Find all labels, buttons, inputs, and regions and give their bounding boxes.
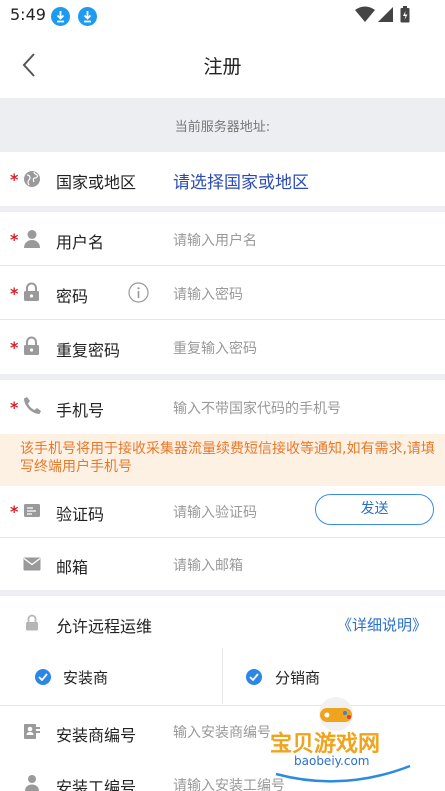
installer-worker-no-label: 安装工编号	[56, 778, 137, 791]
info-icon[interactable]	[128, 282, 149, 303]
wifi-icon	[355, 6, 375, 22]
country-select[interactable]: 请选择国家或地区	[173, 168, 309, 193]
remote-maintenance-row: 允许远程运维 《详细说明》	[0, 596, 445, 648]
code-input[interactable]: 请输入验证码	[173, 502, 257, 522]
send-code-button[interactable]: 发送	[315, 494, 434, 525]
installer-no-input[interactable]: 输入安装商编号	[173, 722, 271, 742]
download-icon	[51, 7, 70, 26]
required-mark: *	[10, 230, 19, 249]
role-installer-checkbox[interactable]: 安装商	[0, 648, 222, 705]
required-mark: *	[10, 338, 19, 357]
lock-icon	[24, 282, 39, 301]
username-row: * 用户名 请输入用户名	[0, 212, 445, 266]
watermark-url: baobeiy.com	[294, 754, 370, 768]
country-label: 国家或地区	[56, 173, 137, 192]
lock-icon	[24, 336, 39, 355]
battery-icon	[400, 6, 410, 23]
password-input[interactable]: 请输入密码	[173, 284, 243, 304]
phone-notice: 该手机号将用于接收采集器流量续费短信接收等通知,如有需求,请填写终端用户手机号	[0, 434, 445, 486]
required-mark: *	[10, 502, 19, 521]
mail-icon	[23, 557, 41, 571]
remote-maintenance-label: 允许远程运维	[56, 617, 153, 636]
user-icon	[24, 230, 40, 248]
phone-input[interactable]: 输入不带国家代码的手机号	[173, 398, 341, 418]
checkmark-icon	[35, 669, 51, 685]
email-row: 邮箱 请输入邮箱	[0, 538, 445, 590]
phone-icon	[24, 397, 41, 414]
page-title: 注册	[203, 56, 242, 78]
email-label: 邮箱	[56, 558, 89, 577]
checkmark-icon	[246, 669, 262, 685]
role-installer-label: 安装商	[63, 669, 109, 687]
password-row: * 密码 请输入密码	[0, 266, 445, 319]
id-card-icon	[24, 724, 40, 739]
installer-no-label: 安装商编号	[56, 726, 137, 745]
email-input[interactable]: 请输入邮箱	[173, 555, 243, 575]
code-label: 验证码	[56, 505, 105, 524]
username-label: 用户名	[56, 233, 105, 252]
required-mark: *	[10, 170, 19, 189]
roles-separator	[222, 648, 223, 704]
password-label: 密码	[56, 287, 89, 306]
status-bar: 5:49	[0, 0, 445, 32]
app-header: 注册	[0, 32, 445, 98]
detail-link[interactable]: 《详细说明》	[337, 614, 427, 635]
watermark-logo: 宝贝游戏网 baobeiy.com	[268, 694, 418, 784]
globe-icon	[24, 171, 40, 187]
status-time: 5:49	[10, 5, 46, 24]
password-repeat-label: 重复密码	[56, 341, 121, 360]
phone-row: * 手机号 输入不带国家代码的手机号	[0, 380, 445, 434]
server-address-bar[interactable]: 当前服务器地址:	[0, 98, 445, 152]
server-address-label: 当前服务器地址:	[174, 120, 271, 135]
message-icon	[24, 504, 40, 517]
password-repeat-row: * 重复密码 重复输入密码	[0, 320, 445, 374]
worker-icon	[25, 775, 39, 791]
signal-icon	[378, 7, 393, 22]
lock-icon	[26, 614, 38, 631]
required-mark: *	[10, 284, 19, 303]
role-distributor-label: 分销商	[275, 669, 321, 687]
download-icon	[78, 7, 97, 26]
country-row[interactable]: * 国家或地区 请选择国家或地区	[0, 152, 445, 206]
username-input[interactable]: 请输入用户名	[173, 230, 257, 250]
password-repeat-input[interactable]: 重复输入密码	[173, 338, 257, 358]
required-mark: *	[10, 398, 19, 417]
phone-label: 手机号	[56, 401, 105, 420]
